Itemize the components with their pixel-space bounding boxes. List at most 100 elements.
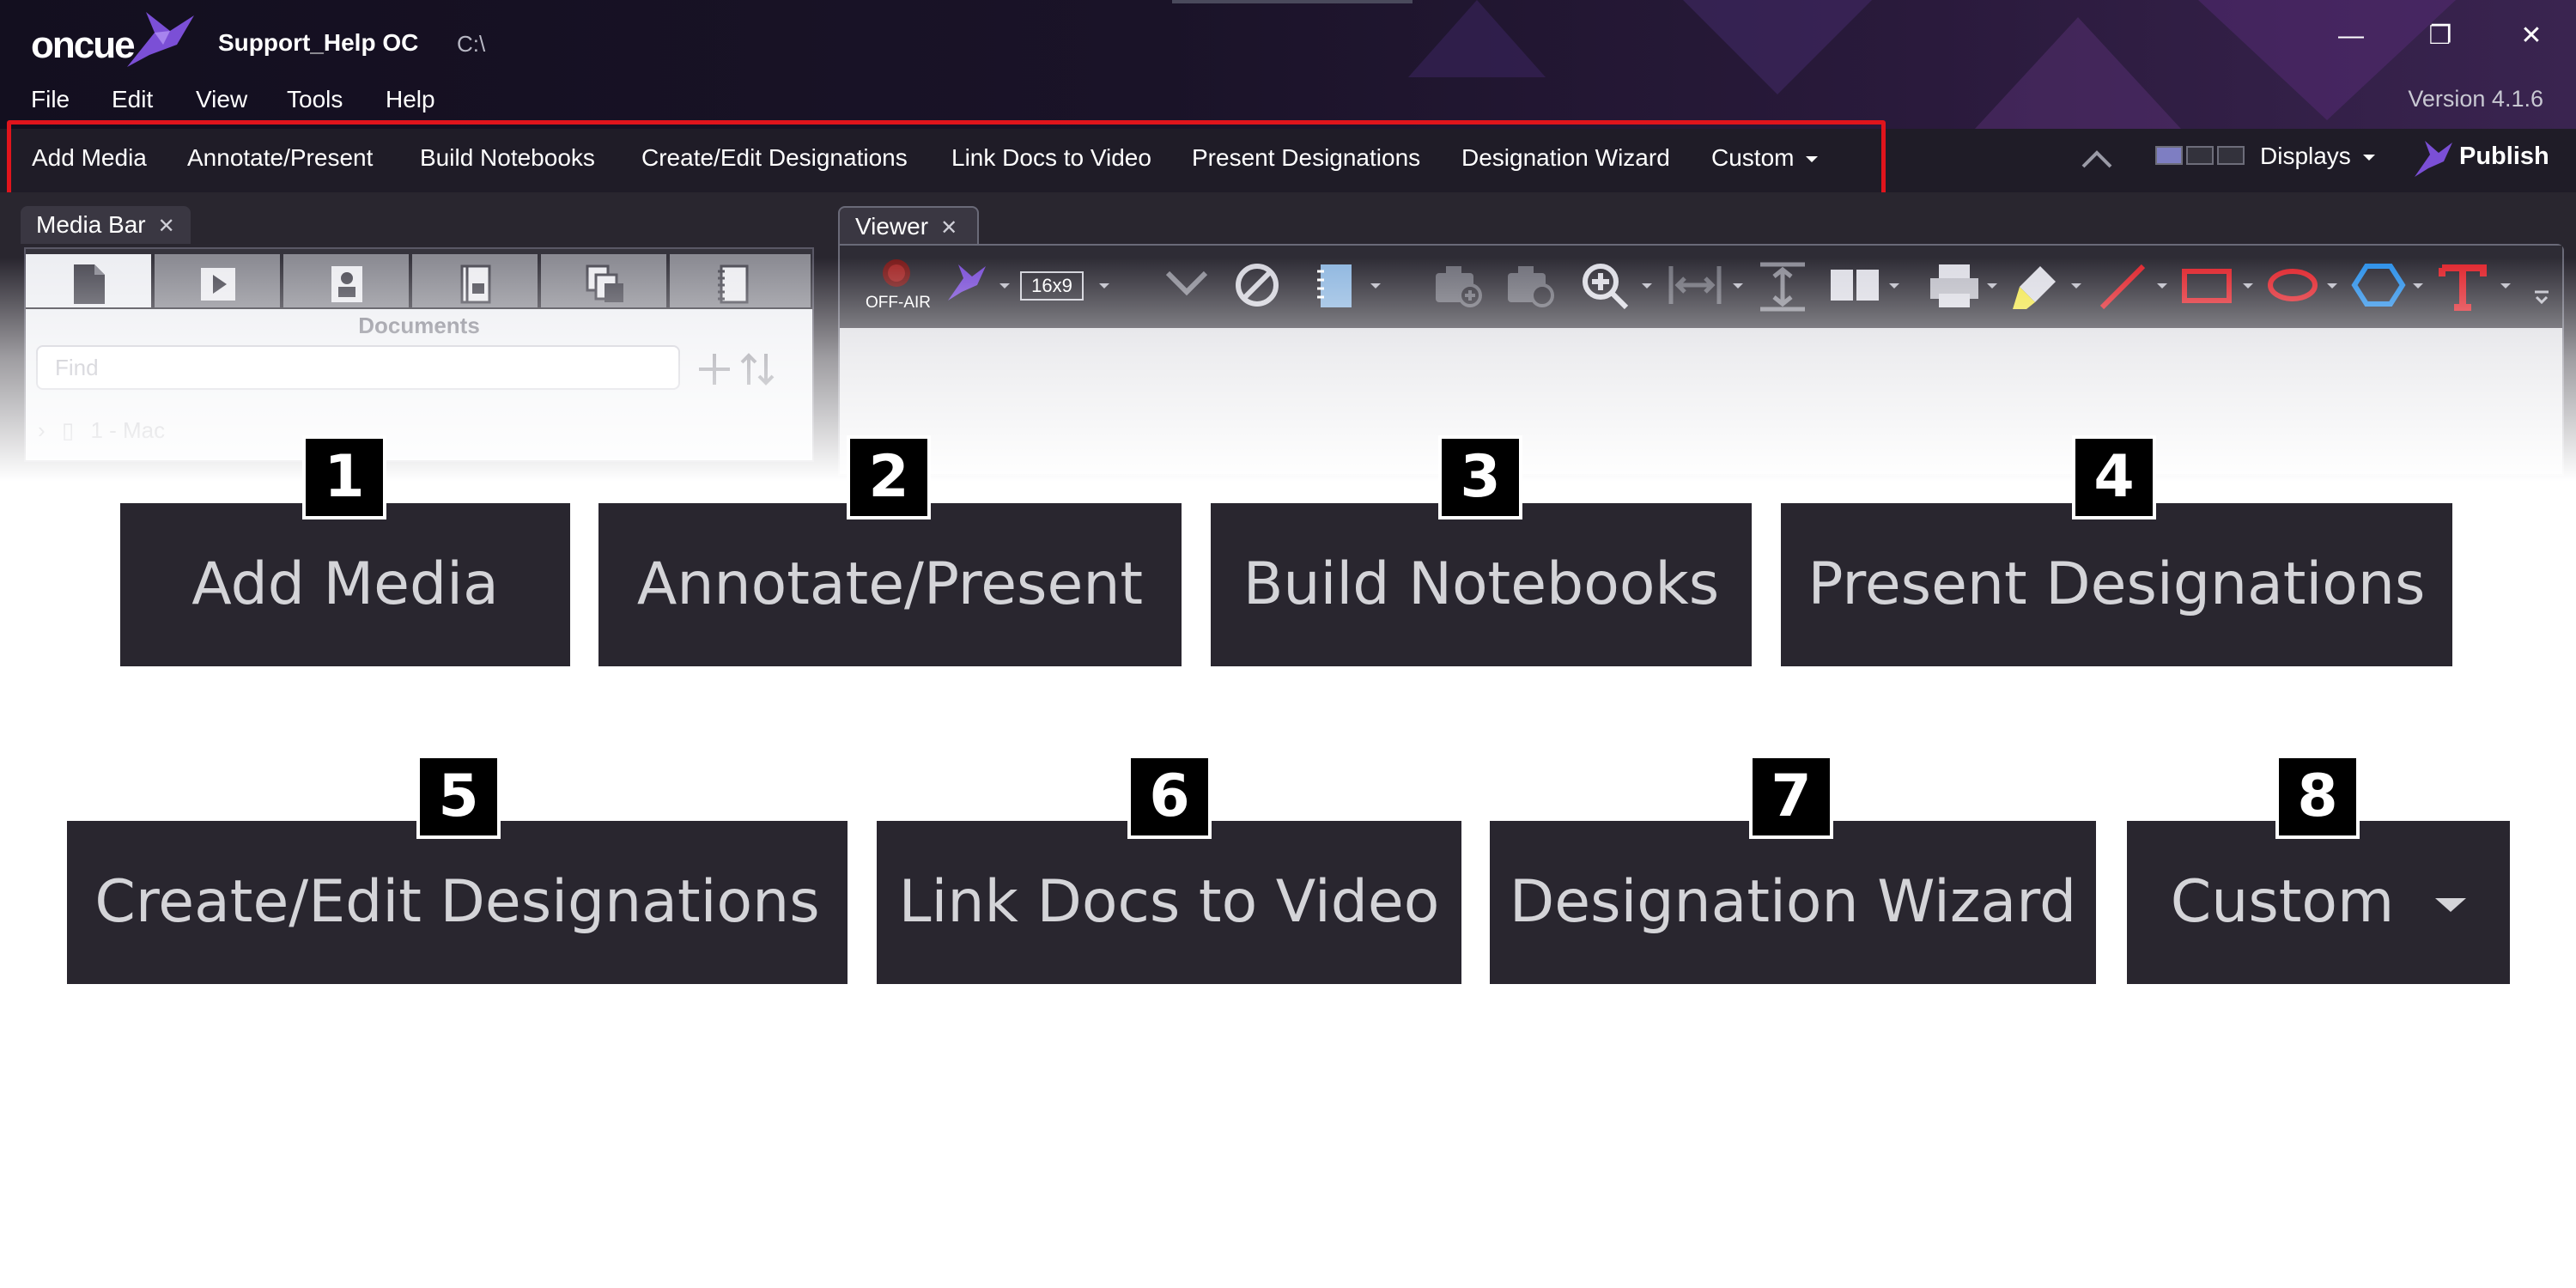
tab-media-bar-label: Media Bar: [36, 211, 146, 238]
callout-label: Custom: [2170, 868, 2395, 936]
polygon-tool-icon[interactable]: [2351, 261, 2406, 313]
chevron-down-icon[interactable]: [1370, 283, 1381, 289]
chevron-down-icon[interactable]: [1987, 283, 1997, 289]
menu-file[interactable]: File: [31, 86, 70, 113]
documents-section-label: Documents: [358, 313, 480, 338]
close-button[interactable]: ✕: [2514, 19, 2549, 53]
collapse-chevron-up-icon[interactable]: [2078, 143, 2116, 178]
viewer-canvas[interactable]: [840, 328, 2562, 474]
camera-add-icon[interactable]: [1432, 261, 1484, 313]
chevron-right-icon[interactable]: ›: [38, 417, 46, 443]
callout-tile-present-designations: Present Designations: [1781, 503, 2452, 666]
display-2-icon: [2186, 146, 2214, 165]
menu-tools[interactable]: Tools: [287, 86, 343, 113]
minimize-button[interactable]: —: [2334, 19, 2368, 53]
spiral-notebook-tab[interactable]: [670, 254, 812, 307]
zoom-in-icon[interactable]: [1580, 261, 1631, 317]
add-icon[interactable]: [696, 350, 733, 392]
chevron-down-large-icon[interactable]: [1163, 261, 1211, 308]
witness-icon: [331, 266, 362, 302]
callout-number-badge: 1: [302, 435, 386, 519]
ellipse-tool-icon[interactable]: [2265, 261, 2320, 313]
viewer-toolbar: OFF-AIR 16x9: [840, 246, 2562, 328]
chevron-down-icon[interactable]: [1099, 283, 1109, 289]
video-tab[interactable]: [155, 254, 282, 307]
callout-tile-annotate-present: Annotate/Present: [598, 503, 1182, 666]
callout-number-badge: 3: [1438, 435, 1522, 519]
callout-label: Annotate/Present: [636, 550, 1144, 618]
callout-number-badge: 6: [1127, 755, 1212, 839]
sort-icon[interactable]: [738, 350, 776, 392]
tree-item[interactable]: › ▯ 1 - Mac: [38, 417, 165, 444]
line-tool-icon[interactable]: [2097, 261, 2148, 317]
display-1-icon: [2155, 146, 2183, 165]
title-bar-decoration: [1408, 0, 1546, 77]
clear-prohibited-icon[interactable]: [1233, 261, 1281, 313]
chevron-down-icon[interactable]: [2413, 283, 2423, 289]
chevron-down-icon[interactable]: [999, 283, 1010, 289]
document-icon: ▯: [61, 417, 75, 443]
document-icon: [74, 264, 105, 304]
publish-button[interactable]: Publish: [2459, 143, 2549, 171]
fit-height-icon[interactable]: [1755, 261, 1810, 317]
chevron-down-icon[interactable]: [2327, 283, 2337, 289]
rectangle-tool-icon[interactable]: [2179, 261, 2234, 313]
highlighter-icon[interactable]: [2009, 261, 2061, 317]
side-by-side-icon[interactable]: [1827, 261, 1882, 313]
chevron-down-icon[interactable]: [2071, 283, 2081, 289]
callout-label: Build Notebooks: [1242, 550, 1720, 618]
callout-number-badge: 4: [2072, 435, 2156, 519]
close-tab-icon[interactable]: ✕: [158, 215, 175, 238]
off-air-indicator-icon[interactable]: [879, 256, 914, 295]
maximize-button[interactable]: ❐: [2423, 19, 2458, 53]
callout-tile-build-notebooks: Build Notebooks: [1211, 503, 1752, 666]
chevron-down-icon[interactable]: [1733, 283, 1743, 289]
title-bar-decoration: [1683, 0, 1872, 94]
chevron-down-icon[interactable]: [2500, 283, 2511, 289]
chevron-down-icon[interactable]: [2243, 283, 2253, 289]
chevron-down-icon: [2362, 155, 2375, 161]
spiral-notebook-icon: [718, 264, 749, 304]
displays-dropdown[interactable]: Displays: [2260, 143, 2375, 170]
tree-item-label: 1 - Mac: [90, 417, 166, 443]
callout-number-badge: 8: [2275, 755, 2360, 839]
close-tab-icon[interactable]: ✕: [940, 216, 957, 240]
find-input[interactable]: [36, 345, 680, 390]
document-path: C:\: [457, 31, 486, 57]
fit-width-icon[interactable]: [1668, 261, 1722, 313]
toolbar-overflow-icon[interactable]: [2531, 287, 2552, 312]
aspect-ratio-button[interactable]: 16x9: [1020, 271, 1084, 301]
tab-viewer-label: Viewer: [855, 213, 929, 240]
video-icon: [201, 268, 235, 301]
text-tool-icon[interactable]: [2437, 261, 2488, 317]
publish-bird-icon[interactable]: [2411, 137, 2454, 185]
callout-tile-create-edit-designations: Create/Edit Designations: [67, 821, 848, 984]
documents-tab[interactable]: [26, 254, 153, 307]
menu-edit[interactable]: Edit: [112, 86, 153, 113]
witness-tab[interactable]: [283, 254, 410, 307]
tab-viewer[interactable]: Viewer ✕: [838, 206, 979, 244]
version-label: Version 4.1.6: [2408, 86, 2543, 112]
designations-icon: [586, 264, 623, 302]
designations-tab[interactable]: [541, 254, 668, 307]
callout-label: Link Docs to Video: [898, 868, 1440, 936]
callout-tile-designation-wizard: Designation Wizard: [1490, 821, 2096, 984]
chevron-down-icon[interactable]: [1642, 283, 1652, 289]
menu-view[interactable]: View: [196, 86, 247, 113]
displays-toggle-icon[interactable]: [2155, 146, 2246, 168]
callout-label: Present Designations: [1807, 550, 2426, 618]
menu-help[interactable]: Help: [386, 86, 435, 113]
camera-refresh-icon[interactable]: [1504, 261, 1556, 313]
notebook-icon[interactable]: [1315, 261, 1357, 315]
print-icon[interactable]: [1927, 261, 1982, 315]
notebook-tab[interactable]: [412, 254, 539, 307]
chevron-down-icon: [2435, 898, 2467, 913]
tab-media-bar[interactable]: Media Bar ✕: [21, 206, 191, 244]
chevron-down-icon[interactable]: [1889, 283, 1899, 289]
media-bar-panel: Documents › ▯ 1 - Mac: [24, 247, 814, 462]
broadcast-bird-icon[interactable]: [945, 261, 987, 308]
workflow-toolbar-highlight: [7, 120, 1886, 197]
callout-tile-add-media: Add Media: [120, 503, 570, 666]
chevron-down-icon[interactable]: [2157, 283, 2167, 289]
viewer-panel: OFF-AIR 16x9: [838, 244, 2564, 476]
